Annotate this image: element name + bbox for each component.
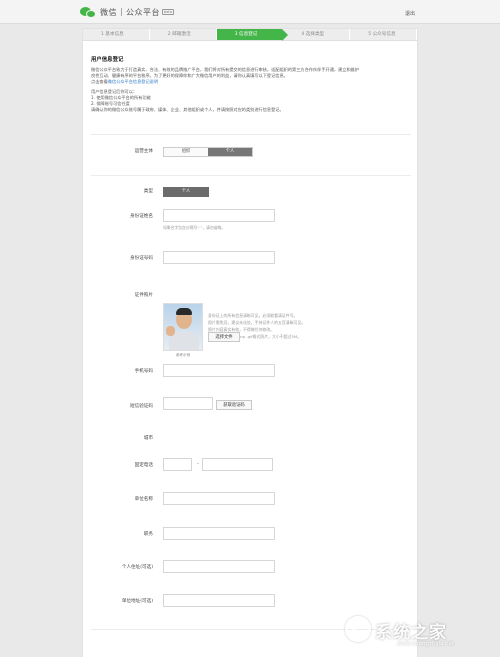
company-name-input[interactable]	[163, 492, 275, 505]
photo-requirement: 照片需免冠，建议未化妆，手持证件人的五官清晰可见。	[208, 320, 306, 325]
home-address-label: 个人住址(可选)	[121, 565, 153, 570]
sms-code-input[interactable]	[163, 397, 213, 410]
product-name: 公众平台	[126, 7, 160, 17]
registration-guide-link[interactable]: 微信公众平台信息登记说明	[108, 79, 158, 84]
choose-file-button[interactable]: 选择文件	[208, 332, 240, 342]
beta-badge: beta	[162, 9, 174, 15]
subject-selector: 组织 个人	[163, 147, 253, 157]
intro-title: 用户信息登记	[91, 57, 124, 63]
step-email-activation: 2 邮箱激活	[150, 29, 217, 40]
intro-section: 用户信息登记 微信公众平台致力于打造真实、合法、有效的品牌推广平台，我们将对所有…	[91, 55, 411, 113]
type-label: 类型	[143, 189, 153, 194]
landline-separator: -	[197, 461, 199, 467]
position-input[interactable]	[163, 527, 275, 540]
position-label: 职务	[143, 532, 153, 537]
landline-label: 固定电话	[134, 463, 153, 468]
name-label: 身份证姓名	[130, 214, 153, 219]
section-divider	[91, 134, 411, 135]
type-individual-tag[interactable]: 个人	[163, 187, 209, 197]
landline-area-code-input[interactable]	[163, 458, 192, 471]
name-input[interactable]	[163, 209, 275, 222]
company-name-label: 单位名称	[134, 497, 153, 502]
photo-sample-caption: 参考示例	[175, 353, 191, 357]
step-account-info: 5 公众号信息	[350, 29, 417, 40]
company-address-label: 单位地址(可选)	[121, 599, 153, 604]
site-watermark: 系统之家 www.xitongzhijia.net	[345, 612, 495, 652]
step-progress: 1 基本信息 2 邮箱激活 3 信息登记 4 选择类型 5 公众号信息	[83, 29, 417, 41]
step-basic-info: 1 基本信息	[83, 29, 150, 40]
phone-label: 手机号码	[134, 369, 153, 374]
company-address-input[interactable]	[163, 594, 275, 607]
subject-option-organization[interactable]: 组织	[164, 148, 208, 156]
get-sms-code-button[interactable]: 获取验证码	[216, 400, 252, 410]
logo-divider	[121, 8, 122, 16]
city-label: 城市	[143, 436, 153, 441]
wechat-logo[interactable]: 微信 公众平台 beta	[80, 6, 174, 18]
id-photo-sample	[163, 303, 203, 351]
step-info-registration: 3 信息登记	[216, 29, 289, 41]
top-bar: 微信 公众平台 beta 退出	[0, 0, 500, 24]
intro-notice: 请确认你的微信公众账号属于政府、媒体、企业、其他组织或个人，并请按照对应的类别进…	[91, 107, 284, 113]
intro-link-prefix: 点击查看	[91, 79, 108, 85]
wechat-icon	[80, 6, 96, 18]
phone-input[interactable]	[163, 364, 275, 377]
id-photo-label: 证件照片	[134, 293, 153, 298]
photo-requirement: 身份证上的所有信息清晰可见，必须能看清证件号。	[208, 313, 298, 318]
registration-card: 1 基本信息 2 邮箱激活 3 信息登记 4 选择类型 5 公众号信息 用户信息…	[82, 28, 418, 657]
sms-code-label: 短信验证码	[130, 404, 153, 409]
section-divider	[91, 175, 411, 176]
checkmark-logo-icon	[345, 616, 371, 642]
watermark-url: www.xitongzhijia.net	[397, 641, 455, 647]
exit-link[interactable]: 退出	[405, 10, 415, 17]
home-address-input[interactable]	[163, 560, 275, 573]
subject-label: 运营主体	[134, 149, 153, 154]
subject-option-individual[interactable]: 个人	[208, 148, 252, 156]
brand-name: 微信	[100, 7, 117, 17]
watermark-text: 系统之家	[375, 623, 447, 643]
name-hint: 如果名字包含分隔号“·”，请勿省略。	[163, 225, 226, 230]
id-number-label: 身份证号码	[130, 256, 153, 261]
id-number-input[interactable]	[163, 251, 275, 264]
step-choose-type: 4 选择类型	[283, 29, 351, 40]
landline-number-input[interactable]	[202, 458, 273, 471]
